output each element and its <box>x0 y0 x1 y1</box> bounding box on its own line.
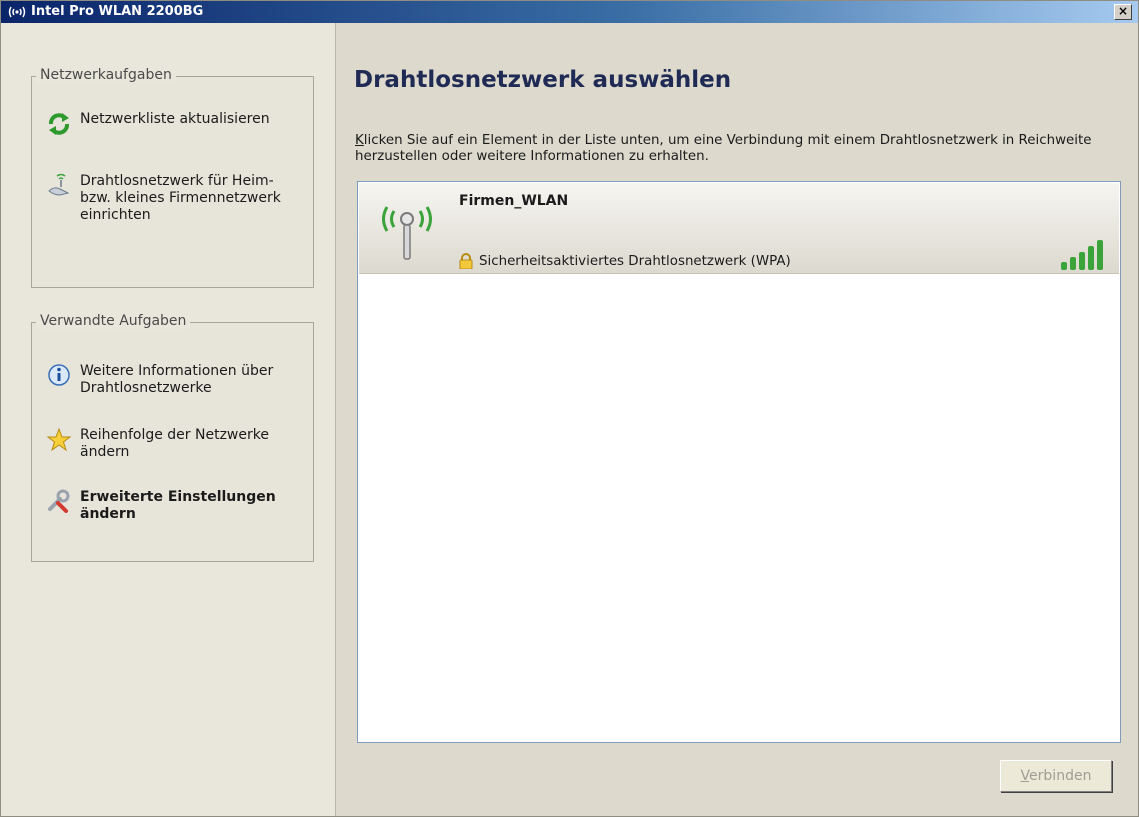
network-name: Firmen_WLAN <box>459 193 569 209</box>
star-icon <box>46 427 72 452</box>
refresh-network-list-link[interactable]: Netzwerkliste aktualisieren <box>46 111 300 137</box>
network-list[interactable]: Firmen_WLAN Sicherheitsaktiviertes Draht… <box>357 181 1121 743</box>
wlan-window: Intel Pro WLAN 2200BG × Netzwerkaufgaben… <box>0 0 1139 817</box>
connect-label: erbinden <box>1029 768 1092 784</box>
security-lock-icon <box>459 253 473 269</box>
more-info-wireless-link[interactable]: Weitere Informationen über Drahtlosnetzw… <box>46 363 300 397</box>
refresh-icon <box>49 113 69 135</box>
related-tasks-group: Verwandte Aufgaben Weitere Informationen… <box>31 313 314 562</box>
instruction-text: Klicken Sie auf ein Element in der Liste… <box>355 133 1125 165</box>
network-security: Sicherheitsaktiviertes Drahtlosnetzwerk … <box>459 253 791 269</box>
setup-wireless-network-label: Drahtlosnetzwerk für Heim- bzw. kleines … <box>80 173 281 223</box>
instruction-body: licken Sie auf ein Element in der Liste … <box>355 133 1092 164</box>
network-security-label: Sicherheitsaktiviertes Drahtlosnetzwerk … <box>479 253 791 269</box>
advanced-settings-label: Erweiterte Einstellungen ändern <box>80 489 276 522</box>
network-tasks-title: Netzwerkaufgaben <box>36 67 176 83</box>
main-panel: Drahtlosnetzwerk auswählen Klicken Sie a… <box>337 23 1138 816</box>
network-tasks-group: Netzwerkaufgaben Netzwerkliste aktualisi… <box>31 67 314 288</box>
task-sidebar: Netzwerkaufgaben Netzwerkliste aktualisi… <box>1 23 336 816</box>
connect-button[interactable]: Verbinden <box>1000 760 1112 792</box>
wireless-network-icon <box>382 206 432 260</box>
page-title: Drahtlosnetzwerk auswählen <box>354 67 732 93</box>
refresh-network-list-label: Netzwerkliste aktualisieren <box>80 111 270 127</box>
wireless-antenna-icon <box>8 6 26 18</box>
related-tasks-title: Verwandte Aufgaben <box>36 313 191 329</box>
network-list-item[interactable]: Firmen_WLAN Sicherheitsaktiviertes Draht… <box>359 183 1119 274</box>
instruction-accel-char: K <box>355 133 364 148</box>
change-network-order-link[interactable]: Reihenfolge der Netzwerke ändern <box>46 427 300 461</box>
connect-accel-char: V <box>1020 768 1030 784</box>
setup-wireless-network-link[interactable]: Drahtlosnetzwerk für Heim- bzw. kleines … <box>46 173 300 224</box>
title-bar[interactable]: Intel Pro WLAN 2200BG × <box>1 1 1138 23</box>
window-title: Intel Pro WLAN 2200BG <box>31 4 204 19</box>
close-button[interactable]: × <box>1114 4 1132 20</box>
settings-icon <box>48 489 70 513</box>
more-info-wireless-label: Weitere Informationen über Drahtlosnetzw… <box>80 363 274 396</box>
advanced-settings-link[interactable]: Erweiterte Einstellungen ändern <box>46 489 300 523</box>
change-network-order-label: Reihenfolge der Netzwerke ändern <box>80 427 269 460</box>
network-setup-icon <box>48 173 70 196</box>
signal-strength-icon <box>1061 240 1103 270</box>
info-icon <box>48 364 70 386</box>
